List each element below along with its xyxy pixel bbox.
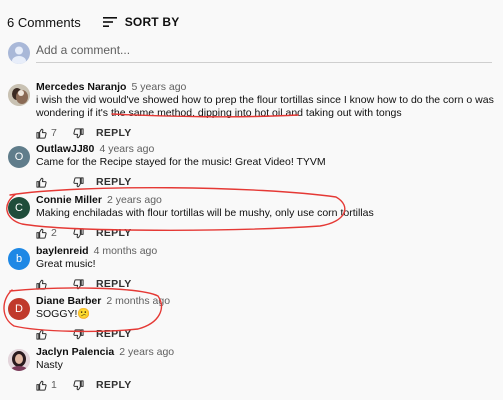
comment-text: SOGGY!😕 bbox=[36, 308, 91, 320]
reply-button[interactable]: REPLY bbox=[96, 127, 132, 140]
comment-timestamp[interactable]: 2 years ago bbox=[107, 194, 162, 206]
comment-author[interactable]: Connie Miller bbox=[36, 194, 102, 206]
comment-timestamp[interactable]: 2 months ago bbox=[106, 295, 170, 307]
comment-text: Came for the Recipe stayed for the music… bbox=[36, 156, 326, 168]
sort-by-button[interactable]: SORT BY bbox=[102, 15, 180, 29]
sort-icon bbox=[102, 17, 117, 27]
comments-header: 6 Comments SORT BY bbox=[7, 12, 179, 32]
thumbs-up-icon bbox=[36, 228, 47, 239]
like-button[interactable] bbox=[36, 329, 47, 340]
comment-timestamp[interactable]: 5 years ago bbox=[132, 81, 187, 93]
like-count: 7 bbox=[51, 126, 57, 139]
thumbs-up-icon bbox=[36, 177, 47, 188]
avatar[interactable]: O bbox=[8, 146, 30, 168]
thumbs-down-icon bbox=[73, 278, 84, 289]
comment-author[interactable]: Mercedes Naranjo bbox=[36, 81, 126, 93]
comment-author[interactable]: Diane Barber bbox=[36, 295, 101, 307]
dislike-button[interactable] bbox=[73, 127, 84, 139]
like-count: 1 bbox=[51, 378, 57, 391]
dislike-button[interactable] bbox=[73, 328, 84, 340]
reply-button[interactable]: REPLY bbox=[96, 328, 132, 341]
like-button[interactable] bbox=[36, 177, 47, 188]
like-button[interactable] bbox=[36, 128, 47, 139]
comment-text: Making enchiladas with flour tortillas w… bbox=[36, 207, 374, 219]
like-button[interactable] bbox=[36, 228, 47, 239]
user-silhouette-icon bbox=[12, 46, 26, 64]
thumbs-up-icon bbox=[36, 329, 47, 340]
dislike-button[interactable] bbox=[73, 278, 84, 290]
avatar[interactable]: D bbox=[8, 298, 30, 320]
reply-button[interactable]: REPLY bbox=[96, 227, 132, 240]
profile-photo-icon bbox=[8, 84, 30, 106]
sort-by-label: SORT BY bbox=[124, 15, 180, 29]
comment-text: Great music! bbox=[36, 258, 96, 270]
avatar[interactable]: C bbox=[8, 197, 30, 219]
dislike-button[interactable] bbox=[73, 176, 84, 188]
comment-timestamp[interactable]: 4 months ago bbox=[94, 245, 158, 257]
profile-photo-icon bbox=[8, 349, 30, 371]
comment-timestamp[interactable]: 4 years ago bbox=[99, 143, 154, 155]
reply-button[interactable]: REPLY bbox=[96, 176, 132, 189]
comment-author[interactable]: baylenreid bbox=[36, 245, 89, 257]
comment-timestamp[interactable]: 2 years ago bbox=[119, 346, 174, 358]
thumbs-down-icon bbox=[73, 176, 84, 187]
thumbs-up-icon bbox=[36, 380, 47, 391]
thumbs-down-icon bbox=[73, 227, 84, 238]
thumbs-up-icon bbox=[36, 128, 47, 139]
thumbs-up-icon bbox=[36, 279, 47, 290]
thumbs-down-icon bbox=[73, 328, 84, 339]
add-comment-row bbox=[8, 38, 492, 68]
thumbs-down-icon bbox=[73, 379, 84, 390]
dislike-button[interactable] bbox=[73, 227, 84, 239]
comment-author[interactable]: OutlawJJ80 bbox=[36, 143, 94, 155]
dislike-button[interactable] bbox=[73, 379, 84, 391]
like-button[interactable] bbox=[36, 279, 47, 290]
comment-text: Nasty bbox=[36, 359, 63, 371]
comment-text: i wish the vid would've showed how to pr… bbox=[36, 94, 494, 119]
like-count: 2 bbox=[51, 226, 57, 239]
avatar[interactable] bbox=[8, 349, 30, 371]
like-button[interactable] bbox=[36, 380, 47, 391]
current-user-avatar bbox=[8, 42, 30, 64]
reply-button[interactable]: REPLY bbox=[96, 278, 132, 291]
reply-button[interactable]: REPLY bbox=[96, 379, 132, 392]
avatar[interactable]: b bbox=[8, 248, 30, 270]
add-comment-input[interactable] bbox=[36, 40, 492, 63]
thumbs-down-icon bbox=[73, 127, 84, 138]
comment-author[interactable]: Jaclyn Palencia bbox=[36, 346, 114, 358]
avatar[interactable] bbox=[8, 84, 30, 106]
comment-count: 6 Comments bbox=[7, 14, 81, 30]
